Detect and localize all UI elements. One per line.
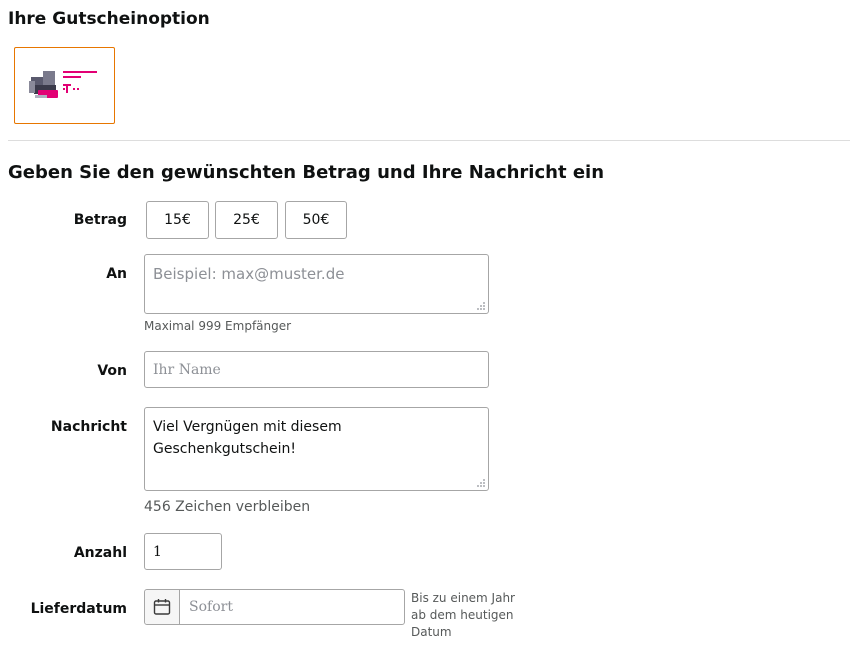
message-textarea[interactable]: Viel Vergnügen mit diesem Geschenkgutsch…: [144, 407, 489, 491]
amount-25-button[interactable]: 25€: [215, 201, 278, 239]
amount-15-button[interactable]: 15€: [146, 201, 209, 239]
characters-remaining: 456 Zeichen verbleiben: [144, 499, 311, 515]
telekom-card-icon: [21, 57, 109, 115]
message-line-1: Viel Vergnügen mit diesem: [153, 419, 342, 435]
quantity-value: 1: [153, 544, 162, 560]
sender-name-input[interactable]: Ihr Name: [144, 351, 489, 388]
quantity-input[interactable]: 1: [144, 533, 222, 570]
message-line-2: Geschenkgutschein!: [153, 441, 297, 457]
delivery-date-input[interactable]: Sofort: [180, 590, 233, 624]
to-label: An: [106, 266, 127, 282]
resize-grip-icon: [477, 302, 485, 310]
recipient-limit-hint: Maximal 999 Empfänger: [144, 319, 292, 333]
resize-grip-icon: [477, 479, 485, 487]
gift-option-heading: Ihre Gutscheinoption: [8, 9, 210, 29]
calendar-icon: [153, 599, 171, 615]
delivery-date-label: Lieferdatum: [30, 601, 127, 617]
amount-label: Betrag: [73, 212, 127, 228]
amount-50-button[interactable]: 50€: [285, 201, 347, 239]
delivery-date-note: Bis zu einem Jahr ab dem heutigen Datum: [411, 591, 515, 639]
calendar-button[interactable]: [145, 590, 180, 624]
recipient-email-textarea[interactable]: Beispiel: max@muster.de: [144, 254, 489, 314]
delivery-date-placeholder: Sofort: [189, 599, 233, 615]
from-label: Von: [97, 363, 127, 379]
recipient-email-placeholder: Beispiel: max@muster.de: [153, 265, 345, 283]
message-label: Nachricht: [50, 419, 127, 435]
section-divider: [8, 140, 850, 141]
sender-name-placeholder: Ihr Name: [153, 362, 221, 378]
amount-message-heading: Geben Sie den gewünschten Betrag und Ihr…: [8, 162, 605, 183]
gift-card-option-telekom[interactable]: [14, 47, 115, 124]
quantity-label: Anzahl: [73, 545, 127, 561]
delivery-date-picker[interactable]: Sofort: [144, 589, 405, 625]
